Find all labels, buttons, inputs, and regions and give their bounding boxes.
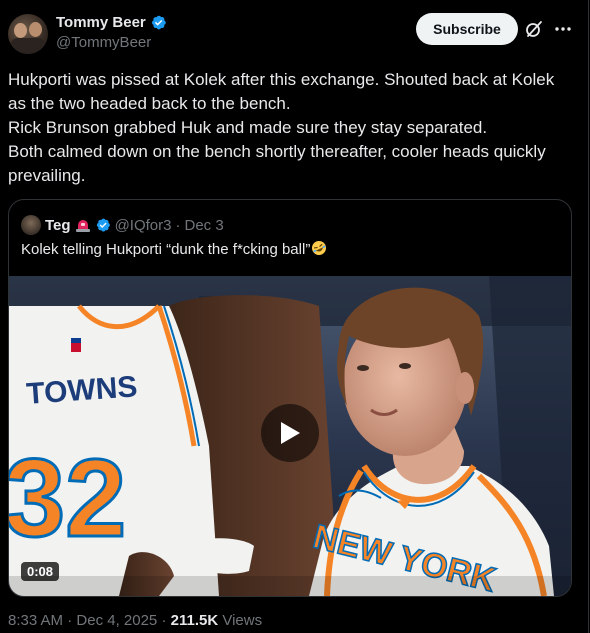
subscribe-button[interactable]: Subscribe <box>416 13 518 45</box>
quoted-author-display-name[interactable]: Teg <box>45 217 71 234</box>
tweet-date[interactable]: Dec 4, 2025 <box>76 612 157 629</box>
play-button[interactable] <box>261 404 319 462</box>
quoted-tweet[interactable]: Teg @IQfor3 · Dec 3 Kolek telling Hukpor… <box>8 199 572 597</box>
quoted-separator: · <box>175 216 181 234</box>
grok-icon[interactable] <box>524 19 544 39</box>
tweet-time[interactable]: 8:33 AM <box>8 612 63 629</box>
tweet-line: prevailing. <box>8 166 86 185</box>
tweet-text: Hukporti was pissed at Kolek after this … <box>8 68 578 188</box>
quoted-date[interactable]: Dec 3 <box>184 217 223 234</box>
quoted-author-avatar[interactable] <box>21 215 41 235</box>
views-label: Views <box>222 612 263 629</box>
tweet-line: Rick Brunson grabbed Huk and made sure t… <box>8 118 488 137</box>
siren-emoji-icon <box>75 220 90 232</box>
quoted-tweet-header: Teg @IQfor3 · Dec 3 <box>21 215 224 235</box>
quoted-tweet-text-content: Kolek telling Hukporti “dunk the f*cking… <box>21 241 311 258</box>
rolling-on-floor-laughing-emoji-icon <box>312 241 327 255</box>
meta-separator: · <box>161 612 167 629</box>
tweet-line: Hukporti was pissed at Kolek after this … <box>8 70 555 89</box>
tweet-line: as the two headed back to the bench. <box>8 94 291 113</box>
verified-badge-icon <box>151 15 166 30</box>
video-player[interactable]: TOWNS 32 NEW YORK 0:08 <box>9 276 571 596</box>
author-name-row: Tommy Beer <box>56 14 167 31</box>
views-count: 211.5K <box>170 612 219 629</box>
tweet-container: Tommy Beer @TommyBeer Subscribe Hukporti… <box>0 0 589 633</box>
video-duration: 0:08 <box>21 562 60 581</box>
quoted-author-handle[interactable]: @IQfor3 <box>115 217 172 234</box>
tweet-line: Both calmed down on the bench shortly th… <box>8 142 546 161</box>
meta-separator: · <box>67 612 73 629</box>
more-icon[interactable] <box>553 19 573 39</box>
author-avatar[interactable] <box>8 14 48 54</box>
tweet-metadata: 8:33 AM · Dec 4, 2025 · 211.5K Views <box>8 612 262 629</box>
play-icon <box>281 422 300 444</box>
quoted-tweet-text: Kolek telling Hukporti “dunk the f*cking… <box>21 240 327 258</box>
verified-badge-icon <box>96 218 110 232</box>
author-display-name[interactable]: Tommy Beer <box>56 14 146 31</box>
jersey-number: 32 <box>9 437 126 560</box>
author-handle[interactable]: @TommyBeer <box>56 34 151 51</box>
